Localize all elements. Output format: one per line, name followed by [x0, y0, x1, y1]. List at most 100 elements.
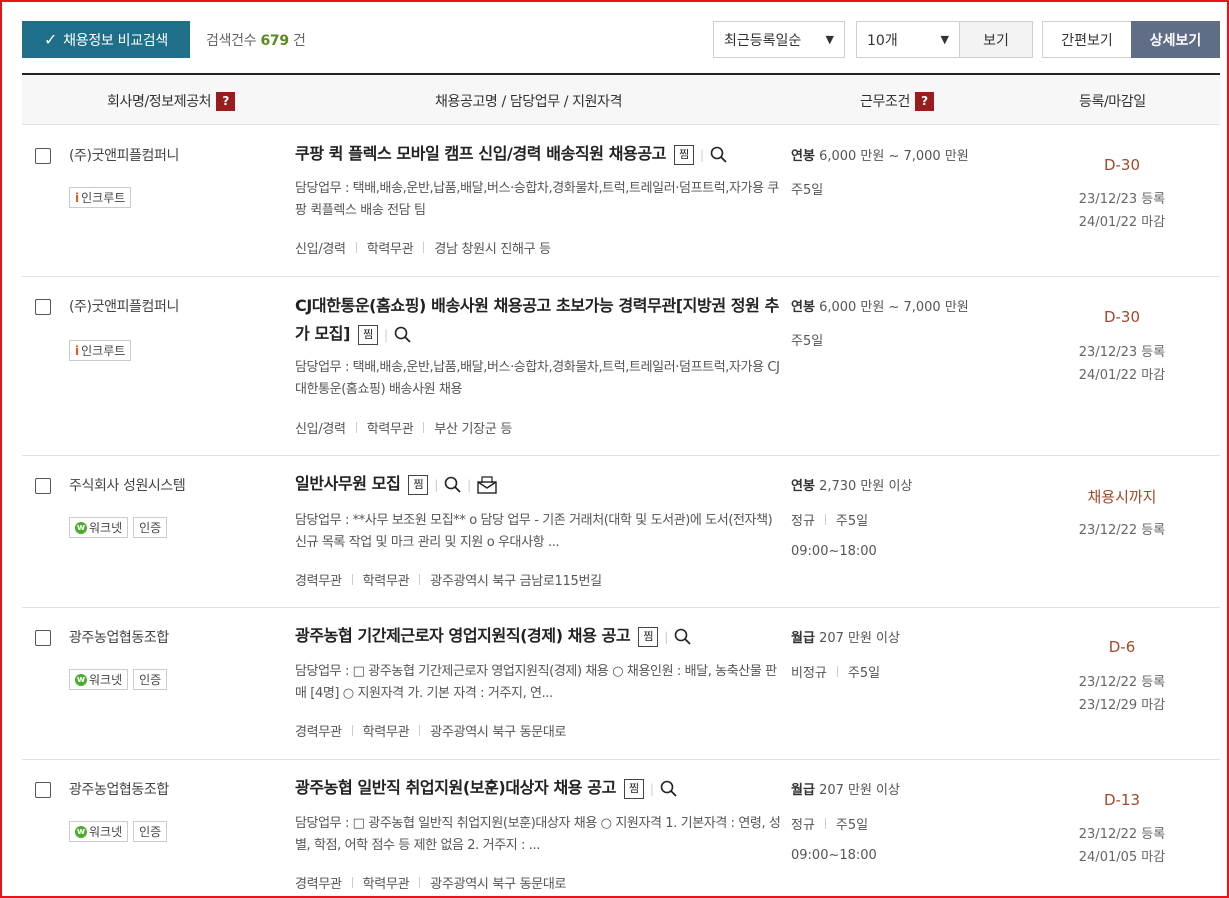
chevron-down-icon: ▼: [825, 33, 834, 46]
dates: 23/12/23 등록 24/01/22 마감: [1032, 188, 1212, 234]
company-name[interactable]: 광주농업협동조합: [69, 779, 169, 799]
job-title: 쿠팡 퀵 플렉스 모바일 캠프 신입/경력 배송직원 채용공고 찜 |: [295, 140, 785, 169]
source-badge: i 인크루트: [69, 187, 132, 208]
scrap-button[interactable]: 찜: [674, 144, 694, 165]
help-icon[interactable]: ?: [914, 91, 934, 111]
employment-type: 정규: [791, 514, 815, 529]
row-checkbox[interactable]: [35, 148, 51, 164]
scrap-button[interactable]: 찜: [358, 324, 379, 345]
location-label: 부산 기장군 등: [434, 422, 512, 437]
d-day: D-30: [1103, 308, 1141, 326]
salary-type: 연봉: [791, 479, 815, 494]
d-day: D-13: [1103, 791, 1141, 809]
sort-select-value: 최근등록일순: [724, 32, 802, 49]
header-dates-label: 등록/마감일: [1079, 94, 1146, 110]
salary-type: 월급: [791, 783, 815, 798]
result-count: 검색건수 679 건: [206, 30, 306, 50]
certified-badge: 인증: [133, 821, 168, 842]
job-title-link[interactable]: 일반사무원 모집: [295, 474, 401, 493]
work-days-label: 주5일: [835, 514, 869, 529]
certified-badge: 인증: [133, 669, 168, 690]
simple-view-button[interactable]: 간편보기: [1042, 21, 1132, 58]
location-label: 광주광역시 북구 금남로115번길: [430, 574, 602, 589]
registered-date: 23/12/22 등록: [1078, 675, 1166, 690]
job-title: 광주농협 기간제근로자 영업지원직(경제) 채용 공고 찜 |: [295, 622, 785, 651]
work-days-label: 주5일: [835, 818, 869, 833]
salary-value: 2,730 만원 이상: [819, 479, 913, 494]
education-label: 학력무관: [366, 422, 414, 437]
dates: 23/12/22 등록 24/01/05 마감: [1032, 823, 1212, 869]
search-icon[interactable]: [394, 326, 411, 343]
row-checkbox[interactable]: [35, 630, 51, 646]
header-company: 회사명/정보제공처 ?: [107, 91, 236, 111]
header-title: 채용공고명 / 담당업무 / 지원자격: [435, 91, 622, 111]
search-icon[interactable]: [444, 476, 461, 493]
source-label: 인크루트: [81, 344, 126, 358]
education-label: 학력무관: [362, 574, 410, 589]
job-list-panel: ✓ 채용정보 비교검색 검색건수 679 건 최근등록일순 ▼ 10개 ▼ 보기…: [22, 2, 1220, 892]
check-icon: ✓: [44, 30, 58, 49]
job-duty: 담당업무 : 택배,배송,운반,납품,배달,버스·승합차,경화물차,트럭,트레일…: [295, 181, 779, 218]
location-label: 광주광역시 북구 동문대로: [430, 877, 567, 892]
header-title-label: 채용공고명 / 담당업무 / 지원자격: [435, 94, 623, 110]
header-conditions-label: 근무조건: [860, 94, 910, 110]
job-title-link[interactable]: 광주농협 기간제근로자 영업지원직(경제) 채용 공고: [295, 626, 631, 645]
company-name[interactable]: (주)굿앤피플컴퍼니: [69, 296, 179, 316]
source-label: 워크넷: [89, 521, 123, 535]
salary-type: 연봉: [791, 300, 815, 315]
job-title: CJ대한통운(홈쇼핑) 배송사원 채용공고 초보가능 경력무관[지방권 정원 추…: [295, 296, 779, 345]
registered-date: 23/12/23 등록: [1078, 345, 1166, 360]
source-label: 인크루트: [81, 191, 126, 205]
employment-type: 정규: [791, 818, 815, 833]
job-qualifications: 신입/경력 학력무관 경남 창원시 진해구 등: [295, 238, 551, 257]
detail-view-button[interactable]: 상세보기: [1131, 21, 1220, 58]
work-days: 정규 주5일: [791, 510, 868, 529]
row-checkbox[interactable]: [35, 299, 51, 315]
search-icon[interactable]: [660, 780, 677, 797]
job-title-link[interactable]: 광주농협 일반직 취업지원(보훈)대상자 채용 공고: [295, 778, 616, 797]
compare-search-button[interactable]: ✓ 채용정보 비교검색: [22, 21, 190, 58]
education-label: 학력무관: [362, 725, 410, 740]
salary-type: 월급: [791, 631, 815, 646]
company-name[interactable]: (주)굿앤피플컴퍼니: [69, 145, 179, 165]
work-days-label: 주5일: [791, 183, 824, 198]
search-icon[interactable]: [710, 146, 727, 163]
salary: 월급 207 만원 이상: [791, 779, 900, 798]
table-row: 주식회사 성원시스템 w 워크넷 인증 일반사무원 모집 찜 | | 담당업무 : **…: [22, 456, 1220, 608]
registered-date: 23/12/22 등록: [1078, 523, 1166, 538]
page-frame: ✓ 채용정보 비교검색 검색건수 679 건 최근등록일순 ▼ 10개 ▼ 보기…: [0, 0, 1229, 898]
source-badge: i 인크루트: [69, 340, 132, 361]
result-count-unit: 건: [292, 33, 306, 49]
scrap-button[interactable]: 찜: [623, 778, 644, 799]
company-name[interactable]: 광주농업협동조합: [69, 627, 169, 647]
company-name[interactable]: 주식회사 성원시스템: [69, 475, 186, 495]
job-duty: 담당업무 : □ 광주농협 기간제근로자 영업지원직(경제) 채용 ○ 채용인원…: [295, 664, 777, 701]
help-icon[interactable]: ?: [216, 91, 236, 111]
scrap-button[interactable]: 찜: [408, 474, 429, 495]
salary-value: 6,000 만원 ~ 7,000 만원: [819, 149, 969, 164]
salary: 연봉 6,000 만원 ~ 7,000 만원: [791, 145, 969, 164]
scrap-button[interactable]: 찜: [638, 626, 659, 647]
compare-search-label: 채용정보 비교검색: [63, 32, 168, 49]
salary: 연봉 2,730 만원 이상: [791, 475, 912, 494]
row-checkbox[interactable]: [35, 478, 51, 494]
work-days-label: 주5일: [847, 666, 881, 681]
job-title-link[interactable]: 쿠팡 퀵 플렉스 모바일 캠프 신입/경력 배송직원 채용공고: [295, 144, 666, 163]
table-row: 광주농업협동조합 w 워크넷 인증 광주농협 일반직 취업지원(보훈)대상자 채용…: [22, 760, 1220, 896]
d-day: D-30: [1103, 156, 1141, 174]
source-badges: w 워크넷 인증: [69, 517, 168, 538]
mail-icon[interactable]: [477, 475, 497, 494]
row-checkbox[interactable]: [35, 782, 51, 798]
view-button[interactable]: 보기: [959, 21, 1033, 58]
source-badges: w 워크넷 인증: [69, 669, 168, 690]
search-icon[interactable]: [674, 628, 691, 645]
page-size-select[interactable]: 10개 ▼: [856, 21, 960, 58]
sort-select[interactable]: 최근등록일순 ▼: [713, 21, 845, 58]
work-hours: 09:00~18:00: [791, 544, 877, 559]
header-conditions: 근무조건 ?: [860, 91, 934, 111]
source-badge: w 워크넷: [69, 517, 129, 538]
result-count-label: 검색건수: [206, 33, 257, 49]
source-badges: i 인크루트: [69, 187, 132, 208]
dates: 23/12/22 등록 23/12/29 마감: [1032, 671, 1212, 717]
work-days: 주5일: [791, 179, 823, 198]
